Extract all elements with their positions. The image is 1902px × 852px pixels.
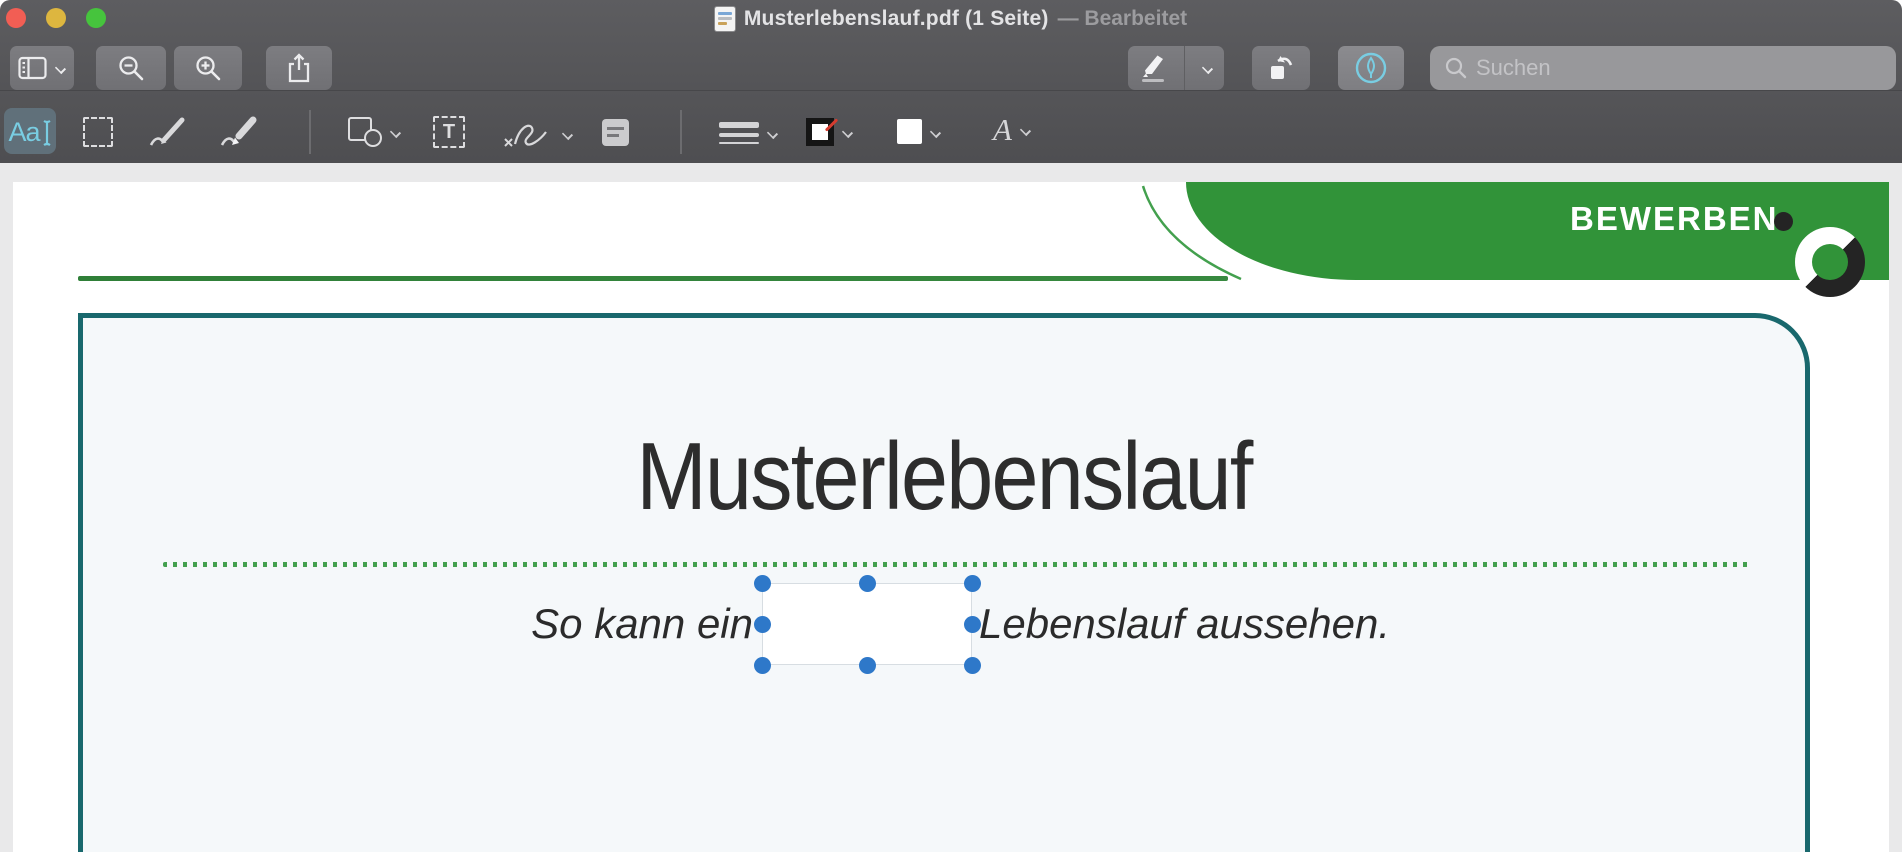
text-box-icon: T [433,116,465,148]
zoom-out-button[interactable] [96,46,166,90]
note-tool[interactable] [602,119,629,146]
segment-divider [1183,46,1185,90]
body-text-right: Lebenslauf aussehen. [979,600,1390,647]
toolbar-divider [309,110,311,154]
chevron-down-icon [54,64,66,72]
selection-handle-middle-left[interactable] [753,615,771,633]
share-icon [286,53,312,83]
text-cursor-icon [42,120,51,146]
selected-text-box[interactable] [762,583,972,665]
highlighter-icon [1141,55,1164,82]
fill-color-icon [897,119,922,144]
dotted-divider [163,562,1752,567]
highlight-button-group [1128,46,1224,90]
resume-frame: Musterlebenslauf So kann ein Lebenslauf … [78,313,1810,852]
selection-handle-bottom-right[interactable] [963,656,981,674]
highlight-button[interactable] [1128,53,1178,83]
resume-title: Musterlebenslauf [636,423,1253,530]
close-window-button[interactable] [6,8,26,28]
sidebar-panel-icon [18,56,48,80]
chevron-down-icon [561,130,573,138]
text-style-icon: A [993,112,1012,147]
chevron-down-icon [841,128,853,136]
zoom-in-button[interactable] [174,46,242,90]
search-input[interactable] [1476,55,1856,81]
banner-label: BEWERBEN [1570,200,1779,237]
fill-color-tool[interactable] [897,119,941,144]
rectangle-selection-tool[interactable] [83,117,113,147]
text-style-tool[interactable]: A [993,112,1031,148]
shapes-tool[interactable] [348,117,401,147]
preview-window: Musterlebenslauf.pdf (1 Seite) — Bearbei… [0,0,1902,852]
search-field[interactable] [1430,46,1896,90]
sketch-pen-icon [149,117,185,146]
rotate-button[interactable] [1252,46,1310,90]
chevron-down-icon [929,128,941,136]
chevron-down-icon [1019,126,1031,134]
selection-handle-top-right[interactable] [963,574,981,592]
line-weight-icon [719,122,759,144]
selection-handle-top-middle[interactable] [858,574,876,592]
markup-toolbar-background [0,90,1902,163]
pdf-page[interactable]: BEWERBEN Musterlebenslauf So kann ein Le… [13,182,1889,852]
highlight-options-button[interactable] [1191,64,1224,72]
window-title-area: Musterlebenslauf.pdf (1 Seite) — Bearbei… [0,5,1902,33]
chevron-down-icon [389,128,401,136]
text-selection-label: Aa [8,117,40,147]
search-icon [1444,56,1468,80]
pdf-document-icon [714,7,735,31]
shape-style-tool[interactable] [719,122,778,144]
green-rule [78,276,1228,281]
logo-dot [1774,212,1793,231]
toolbar: Musterlebenslauf.pdf (1 Seite) — Bearbei… [0,0,1902,163]
draw-tool[interactable] [218,113,260,151]
signature-icon [504,124,547,147]
shapes-icon [348,117,382,147]
toolbar-divider [680,110,682,154]
window-title: Musterlebenslauf.pdf (1 Seite) [743,7,1049,30]
logo-ring-icon [1795,227,1865,297]
text-selection-tool[interactable]: Aa [4,108,56,154]
markup-toolbar-toggle[interactable] [1338,46,1404,90]
rotate-left-icon [1265,53,1297,83]
markup-pen-circle-icon [1354,51,1388,85]
text-box-tool[interactable]: T [433,116,465,148]
selection-handle-top-left[interactable] [753,574,771,592]
body-text-left: So kann ein [531,600,753,647]
window-title-edited: — Bearbeitet [1057,7,1188,30]
selection-rectangle-icon [83,117,113,147]
signature-tool[interactable] [502,118,573,150]
fullscreen-window-button[interactable] [86,8,106,28]
minimize-window-button[interactable] [46,8,66,28]
selection-handle-middle-right[interactable] [963,615,981,633]
magnifier-plus-icon [194,54,222,82]
chevron-down-icon [1201,64,1213,72]
border-color-icon [806,118,839,146]
marker-pen-icon [220,116,257,146]
bewerben-banner: BEWERBEN [1186,182,1889,297]
border-color-tool[interactable] [806,118,853,146]
selection-handle-bottom-middle[interactable] [858,656,876,674]
sketch-tool[interactable] [147,113,189,151]
note-icon [602,119,629,146]
share-button[interactable] [266,46,332,90]
magnifier-minus-icon [117,54,145,82]
selection-handle-bottom-left[interactable] [753,656,771,674]
sidebar-toggle-button[interactable] [10,46,74,90]
chevron-down-icon [766,129,778,137]
